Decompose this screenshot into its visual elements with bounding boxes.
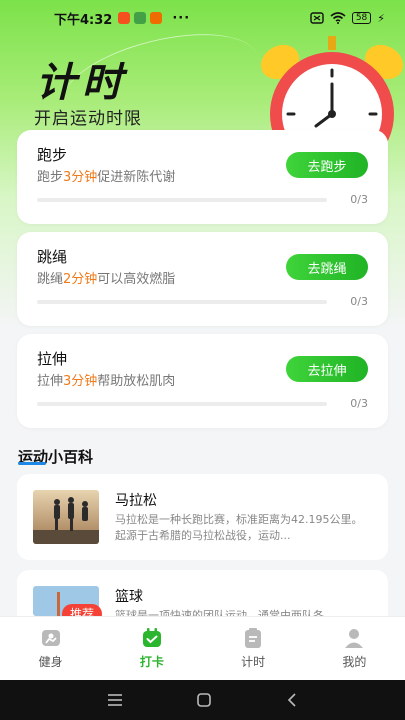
article-card-marathon[interactable]: 马拉松 马拉松是一种长跑比赛，标准距离为42.195公里。起源于古希腊的马拉松战… <box>17 474 388 560</box>
task-title: 跑步 <box>37 146 68 164</box>
task-title: 拉伸 <box>37 350 68 368</box>
page-subtitle: 开启运动时限 <box>34 109 142 129</box>
mail-notification-icon <box>150 12 163 24</box>
article-title: 篮球 <box>115 589 143 605</box>
tab-timer[interactable]: 计时 <box>203 617 304 680</box>
status-right: 58 ⚡ <box>310 12 385 25</box>
page-title: 计时 <box>36 60 128 106</box>
task-description: 拉伸3分钟帮助放松肌肉 <box>37 374 176 389</box>
task-title: 跳绳 <box>37 248 68 266</box>
tab-label: 我的 <box>342 655 367 669</box>
task-count: 0/3 <box>350 397 368 410</box>
task-progress-bar <box>37 300 327 304</box>
tab-label: 计时 <box>241 655 266 669</box>
article-summary: 篮球是一项快速的团队运动，通常由两队各... <box>115 609 335 616</box>
app-notification-icon <box>134 12 147 24</box>
notification-icon <box>118 12 131 24</box>
article-title: 马拉松 <box>115 493 157 509</box>
task-card-running: 跑步 跑步3分钟促进新陈代谢 去跑步 0/3 <box>17 130 388 224</box>
timer-icon <box>245 628 262 648</box>
back-icon[interactable] <box>286 692 298 708</box>
tab-checkin[interactable]: 打卡 <box>101 617 202 680</box>
home-icon[interactable] <box>196 692 212 708</box>
task-description: 跑步3分钟促进新陈代谢 <box>37 170 176 185</box>
tab-fitness[interactable]: 健身 <box>0 617 101 680</box>
charging-icon: ⚡ <box>377 11 385 25</box>
task-progress-bar <box>37 198 327 202</box>
tab-label: 打卡 <box>139 655 164 669</box>
task-description: 跳绳2分钟可以高效燃脂 <box>37 272 176 287</box>
fitness-icon <box>41 630 60 646</box>
system-nav-bar <box>0 680 405 720</box>
tab-profile[interactable]: 我的 <box>304 617 405 680</box>
section-underline <box>18 462 46 465</box>
marathon-image <box>33 490 99 544</box>
menu-icon[interactable] <box>107 693 123 707</box>
checkin-icon <box>142 628 161 647</box>
task-count: 0/3 <box>350 295 368 308</box>
go-jump-rope-button[interactable]: 去跳绳 <box>286 254 368 280</box>
sim-icon <box>310 12 324 24</box>
task-progress-bar <box>37 402 327 406</box>
status-time: 下午4:32 <box>54 12 113 28</box>
more-notifications: ··· <box>172 10 191 26</box>
profile-icon <box>345 629 364 648</box>
task-count: 0/3 <box>350 193 368 206</box>
bottom-tab-bar: 健身 打卡 计时 我的 <box>0 616 405 680</box>
wifi-icon <box>330 12 346 24</box>
task-card-stretching: 拉伸 拉伸3分钟帮助放松肌肉 去拉伸 0/3 <box>17 334 388 428</box>
tab-label: 健身 <box>38 655 63 669</box>
go-running-button[interactable]: 去跑步 <box>286 152 368 178</box>
article-summary: 马拉松是一种长跑比赛，标准距离为42.195公里。起源于古希腊的马拉松战役，运动… <box>115 513 363 542</box>
go-stretching-button[interactable]: 去拉伸 <box>286 356 368 382</box>
task-card-jump-rope: 跳绳 跳绳2分钟可以高效燃脂 去跳绳 0/3 <box>17 232 388 326</box>
battery-indicator: 58 <box>351 12 372 24</box>
